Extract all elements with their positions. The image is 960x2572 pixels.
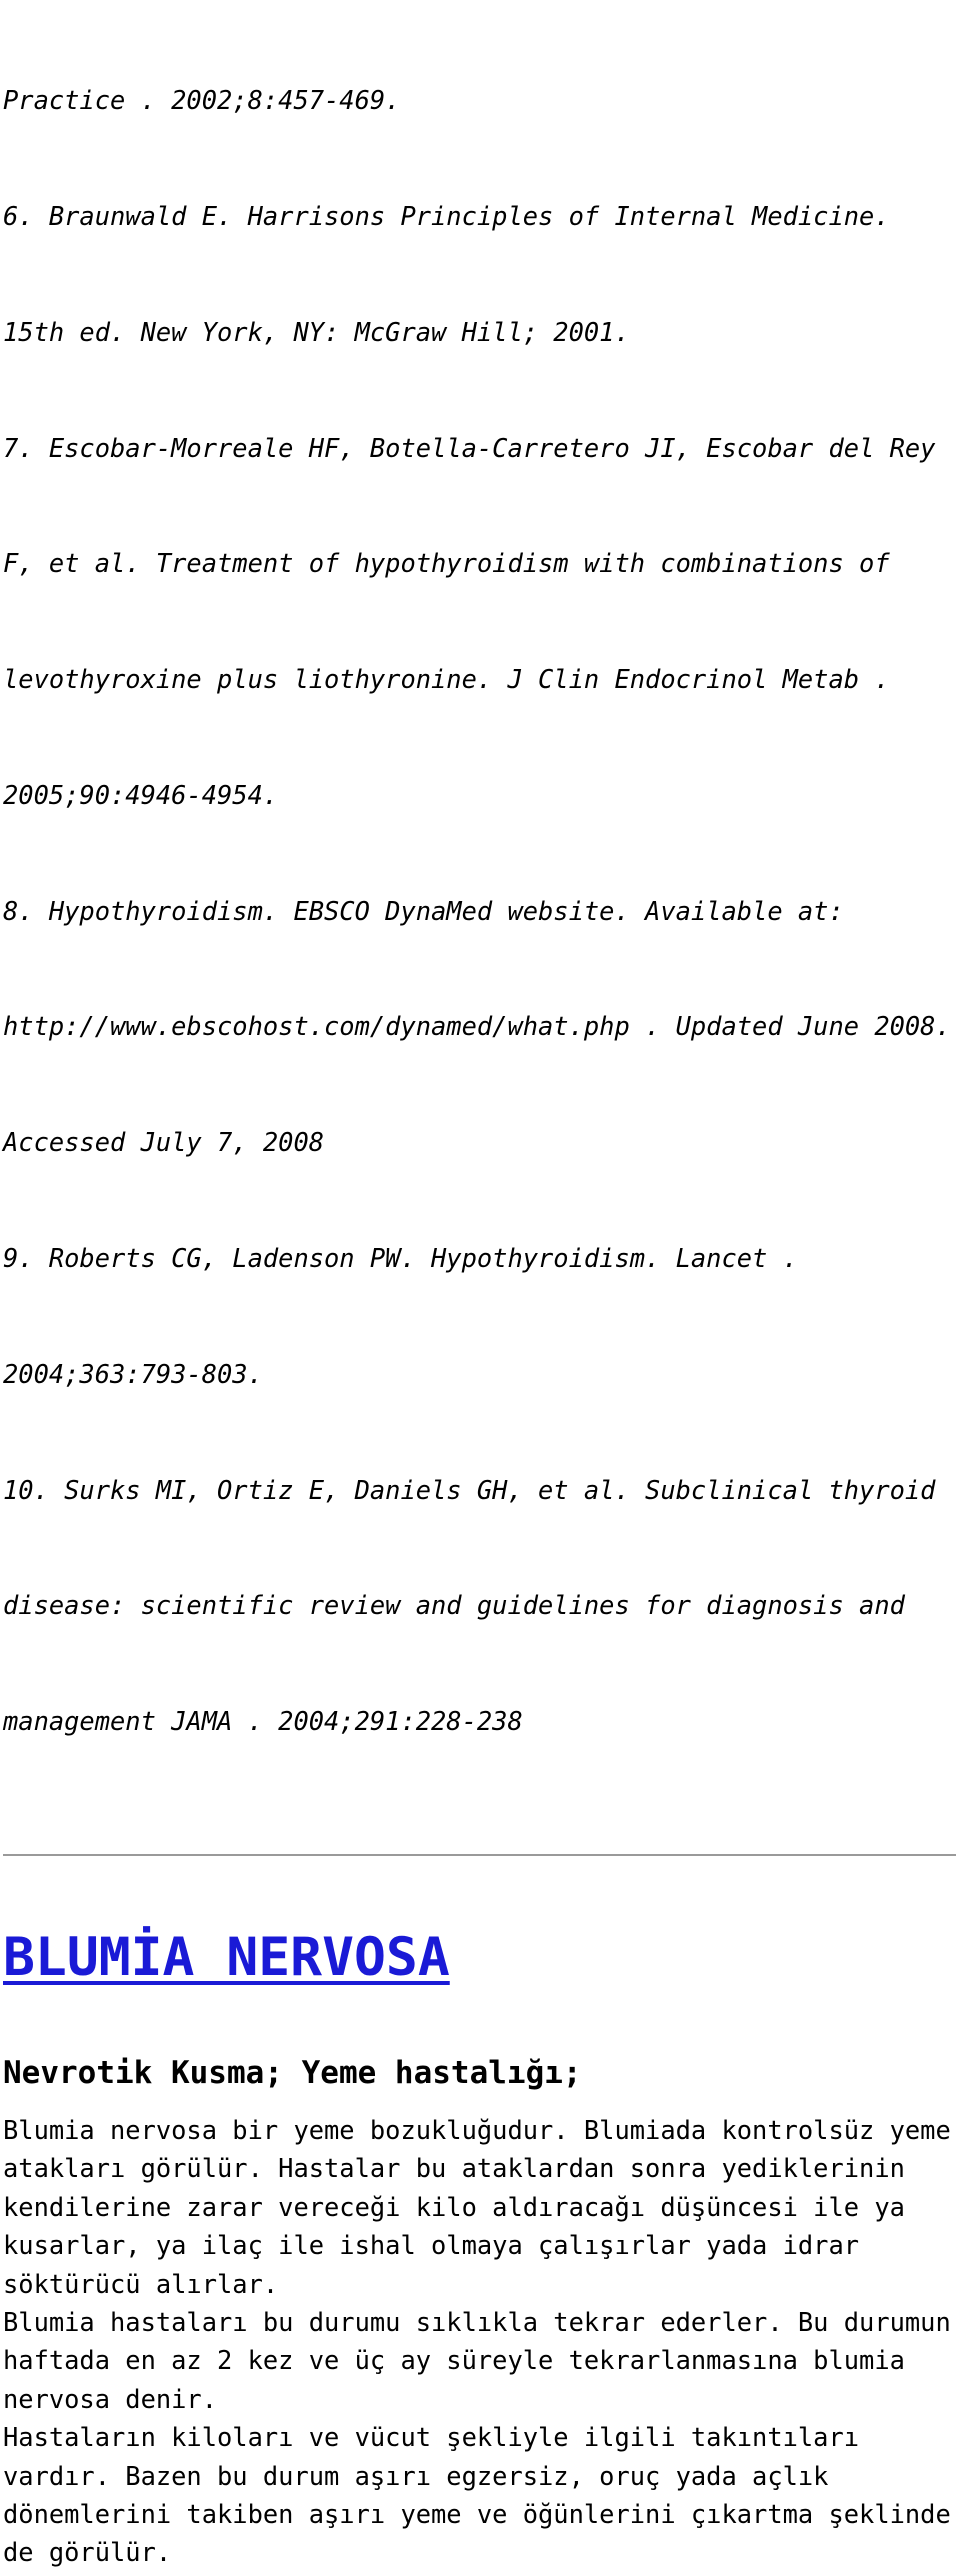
body-line: Blumia hastaları bu durumu sıklıkla tekr… xyxy=(3,2306,951,2337)
reference-line: 7. Escobar-Morreale HF, Botella-Carreter… xyxy=(3,432,936,463)
body-content: Blumia nervosa bir yeme bozukluğudur. Bl… xyxy=(3,2111,958,2572)
body-line: atakları görülür. Hastalar bu ataklardan… xyxy=(3,2153,905,2184)
body-line: söktürücü alırlar. xyxy=(3,2268,279,2299)
body-line: de görülür. xyxy=(3,2537,172,2568)
body-line: nervosa denir. xyxy=(3,2383,218,2414)
body-line: vardır. Bazen bu durum aşırı egzersiz, o… xyxy=(3,2460,829,2491)
reference-line: Practice . 2002;8:457-469. xyxy=(3,85,401,116)
body-line: dönemlerini takiben aşırı yeme ve öğünle… xyxy=(3,2498,951,2529)
body-line: kusarlar, ya ilaç ile ishal olmaya çalış… xyxy=(3,2230,860,2261)
document-page: Practice . 2002;8:457-469. 6. Braunwald … xyxy=(0,0,960,2567)
reference-line: 10. Surks MI, Ortiz E, Daniels GH, et al… xyxy=(3,1474,936,1505)
body-line: haftada en az 2 kez ve üç ay süreyle tek… xyxy=(3,2345,905,2376)
reference-line: F, et al. Treatment of hypothyroidism wi… xyxy=(3,548,890,579)
reference-line: 15th ed. New York, NY: McGraw Hill; 2001… xyxy=(3,316,630,347)
reference-line: 2004;363:793-803. xyxy=(3,1358,263,1389)
reference-line: management JAMA . 2004;291:228-238 xyxy=(3,1706,523,1737)
body-paragraph: Hastaların kiloları ve vücut şekliyle il… xyxy=(3,2418,958,2572)
reference-line: http://www.ebscohost.com/dynamed/what.ph… xyxy=(3,1011,951,1042)
body-paragraph: Blumia nervosa bir yeme bozukluğudur. Bl… xyxy=(3,2111,958,2303)
reference-line: levothyroxine plus liothyronine. J Clin … xyxy=(3,664,890,695)
references-block: Practice . 2002;8:457-469. 6. Braunwald … xyxy=(3,0,958,1818)
reference-line: 8. Hypothyroidism. EBSCO DynaMed website… xyxy=(3,895,844,926)
section-subtitle: Nevrotik Kusma; Yeme hastalığı; xyxy=(3,2054,582,2091)
body-line: Blumia nervosa bir yeme bozukluğudur. Bl… xyxy=(3,2114,951,2145)
reference-line: 9. Roberts CG, Ladenson PW. Hypothyroidi… xyxy=(3,1243,798,1273)
body-paragraph: Blumia hastaları bu durumu sıklıkla tekr… xyxy=(3,2303,958,2418)
divider-container xyxy=(3,1818,958,1910)
body-line: Hastaların kiloları ve vücut şekliyle il… xyxy=(3,2422,860,2453)
page-title: BLUMİA NERVOSA xyxy=(3,1926,450,1988)
reference-line: 2005;90:4946-4954. xyxy=(3,779,279,810)
reference-line: disease: scientific review and guideline… xyxy=(3,1590,905,1621)
reference-line: 6. Braunwald E. Harrisons Principles of … xyxy=(3,200,890,231)
reference-line: Accessed July 7, 2008 xyxy=(3,1127,325,1158)
body-line: kendilerine zarar vereceği kilo aldıraca… xyxy=(3,2191,905,2222)
section-divider xyxy=(3,1853,956,1856)
